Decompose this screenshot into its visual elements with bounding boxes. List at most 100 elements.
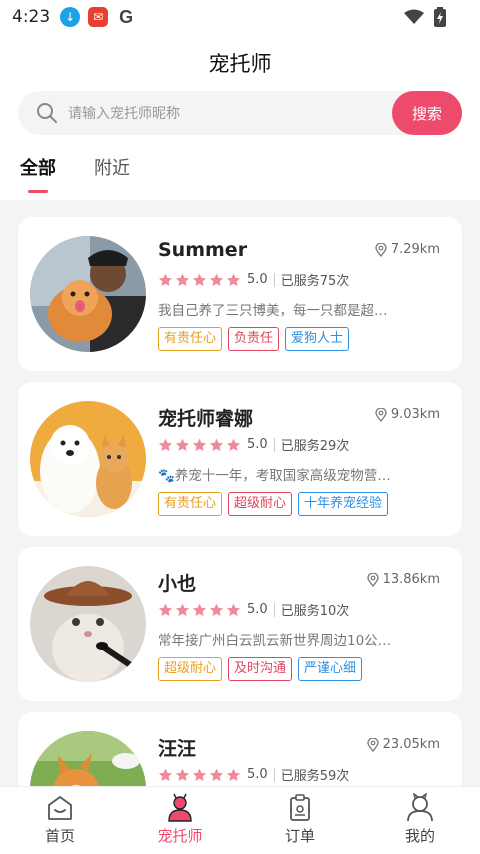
tab-all[interactable]: 全部 xyxy=(20,154,56,193)
nav-home-label: 首页 xyxy=(44,827,75,845)
sitter-distance: 7.29km xyxy=(375,242,440,257)
location-icon xyxy=(375,407,387,422)
star-icon xyxy=(158,438,173,451)
sitter-tag: 负责任 xyxy=(228,327,280,351)
location-icon xyxy=(375,242,387,257)
sitter-description: 我自己养了三只博美，每一只都是超… xyxy=(158,303,388,319)
star-icon xyxy=(226,438,241,451)
sitter-tag: 及时沟通 xyxy=(228,657,293,681)
service-count: 已服务29次 xyxy=(280,439,350,454)
star-icon xyxy=(175,768,190,781)
nav-mine-label: 我的 xyxy=(404,827,435,845)
sitter-card[interactable]: 宠托师睿娜 9.03km 5.0 已服务29次 🐾养宠十一年，考取国家高级宠物营… xyxy=(18,382,462,536)
service-count: 已服务75次 xyxy=(280,274,350,289)
star-rating xyxy=(158,273,241,287)
star-icon xyxy=(209,273,224,286)
nav-orders-label: 订单 xyxy=(284,827,315,845)
sitter-list: Summer 7.29km 5.0 已服务75次 我自己养了三只博美，每一只都是… xyxy=(18,217,462,854)
star-icon xyxy=(192,438,207,451)
sitter-description: 🐾养宠十一年，考取国家高级宠物营… xyxy=(158,468,391,484)
sitter-rating: 5.0 已服务29次 xyxy=(158,435,349,454)
sitter-distance: 23.05km xyxy=(366,737,440,752)
star-icon xyxy=(226,768,241,781)
star-icon xyxy=(192,273,207,286)
sitter-avatar xyxy=(30,236,146,352)
service-count: 已服务59次 xyxy=(280,769,350,784)
sitter-name: 小也 xyxy=(158,573,197,595)
sitter-name: 宠托师睿娜 xyxy=(158,408,254,430)
status-time: 4:23 xyxy=(12,7,51,27)
star-icon xyxy=(209,768,224,781)
distance-value: 23.05km xyxy=(382,737,440,752)
star-icon xyxy=(209,603,224,616)
star-icon xyxy=(158,603,173,616)
star-rating xyxy=(158,603,241,617)
star-icon xyxy=(226,273,241,286)
bottom-nav: 首页 宠托师 订单 我的 xyxy=(0,786,480,854)
sitter-avatar xyxy=(30,566,146,682)
distance-value: 7.29km xyxy=(390,242,440,257)
sitter-description: 常年接广州白云凯云新世界周边10公… xyxy=(158,633,392,649)
star-icon xyxy=(192,603,207,616)
rating-score: 5.0 xyxy=(247,767,268,782)
sitter-name: Summer xyxy=(158,239,248,261)
sitter-card[interactable]: Summer 7.29km 5.0 已服务75次 我自己养了三只博美，每一只都是… xyxy=(18,217,462,371)
star-icon xyxy=(158,768,173,781)
sitter-tag: 十年养宠经验 xyxy=(298,492,389,516)
sitter-rating: 5.0 已服务10次 xyxy=(158,600,349,619)
rating-score: 5.0 xyxy=(247,602,268,617)
sitter-tag: 严谨心细 xyxy=(298,657,363,681)
sitter-distance: 13.86km xyxy=(366,572,440,587)
sitter-tag: 有责任心 xyxy=(158,327,223,351)
star-icon xyxy=(226,603,241,616)
tab-nearby[interactable]: 附近 xyxy=(94,154,130,180)
star-icon xyxy=(175,603,190,616)
app-notification-icon: ✉ xyxy=(88,7,109,27)
sitter-tags: 有责任心 超级耐心 十年养宠经验 xyxy=(158,492,389,516)
battery-icon xyxy=(434,7,446,27)
order-icon xyxy=(290,794,310,821)
star-icon xyxy=(209,438,224,451)
location-icon xyxy=(366,572,379,587)
nav-sitter[interactable]: 宠托师 xyxy=(120,787,240,854)
star-icon xyxy=(192,768,207,781)
google-icon: G xyxy=(119,6,134,27)
rating-score: 5.0 xyxy=(247,437,268,452)
distance-value: 9.03km xyxy=(390,407,440,422)
sitter-distance: 9.03km xyxy=(375,407,440,422)
sitter-tag: 有责任心 xyxy=(158,492,223,516)
status-bar: 4:23 ↓ ✉ G xyxy=(0,0,480,34)
search-icon xyxy=(37,103,57,123)
sitter-tag: 爱狗人士 xyxy=(285,327,350,351)
home-icon xyxy=(48,796,72,820)
filter-tabs: 全部 附近 xyxy=(20,154,130,193)
sitter-card[interactable]: 小也 13.86km 5.0 已服务10次 常年接广州白云凯云新世界周边10公…… xyxy=(18,547,462,701)
download-icon: ↓ xyxy=(60,7,81,27)
sitter-tags: 超级耐心 及时沟通 严谨心细 xyxy=(158,657,363,681)
nav-home[interactable]: 首页 xyxy=(0,787,120,854)
wifi-icon xyxy=(404,9,424,24)
search-button[interactable]: 搜索 xyxy=(392,91,462,135)
star-icon xyxy=(175,438,190,451)
nav-mine[interactable]: 我的 xyxy=(360,787,480,854)
sitter-tags: 有责任心 负责任 爱狗人士 xyxy=(158,327,350,351)
sitter-name: 汪汪 xyxy=(158,738,197,760)
sitter-rating: 5.0 已服务75次 xyxy=(158,270,349,289)
search-input[interactable]: 请输入宠托师昵称 xyxy=(68,103,180,123)
sitter-avatar xyxy=(30,401,146,517)
star-rating xyxy=(158,438,241,452)
divider xyxy=(273,437,275,452)
nav-orders[interactable]: 订单 xyxy=(240,787,360,854)
star-rating xyxy=(158,768,241,782)
sitter-rating: 5.0 已服务59次 xyxy=(158,765,349,784)
sitter-icon xyxy=(168,793,192,822)
star-icon xyxy=(158,273,173,286)
star-icon xyxy=(175,273,190,286)
sitter-tag: 超级耐心 xyxy=(158,657,223,681)
divider xyxy=(273,767,275,782)
nav-sitter-label: 宠托师 xyxy=(157,827,203,845)
page-title: 宠托师 xyxy=(208,52,272,76)
divider xyxy=(273,602,275,617)
rating-score: 5.0 xyxy=(247,272,268,287)
profile-icon xyxy=(407,793,433,822)
